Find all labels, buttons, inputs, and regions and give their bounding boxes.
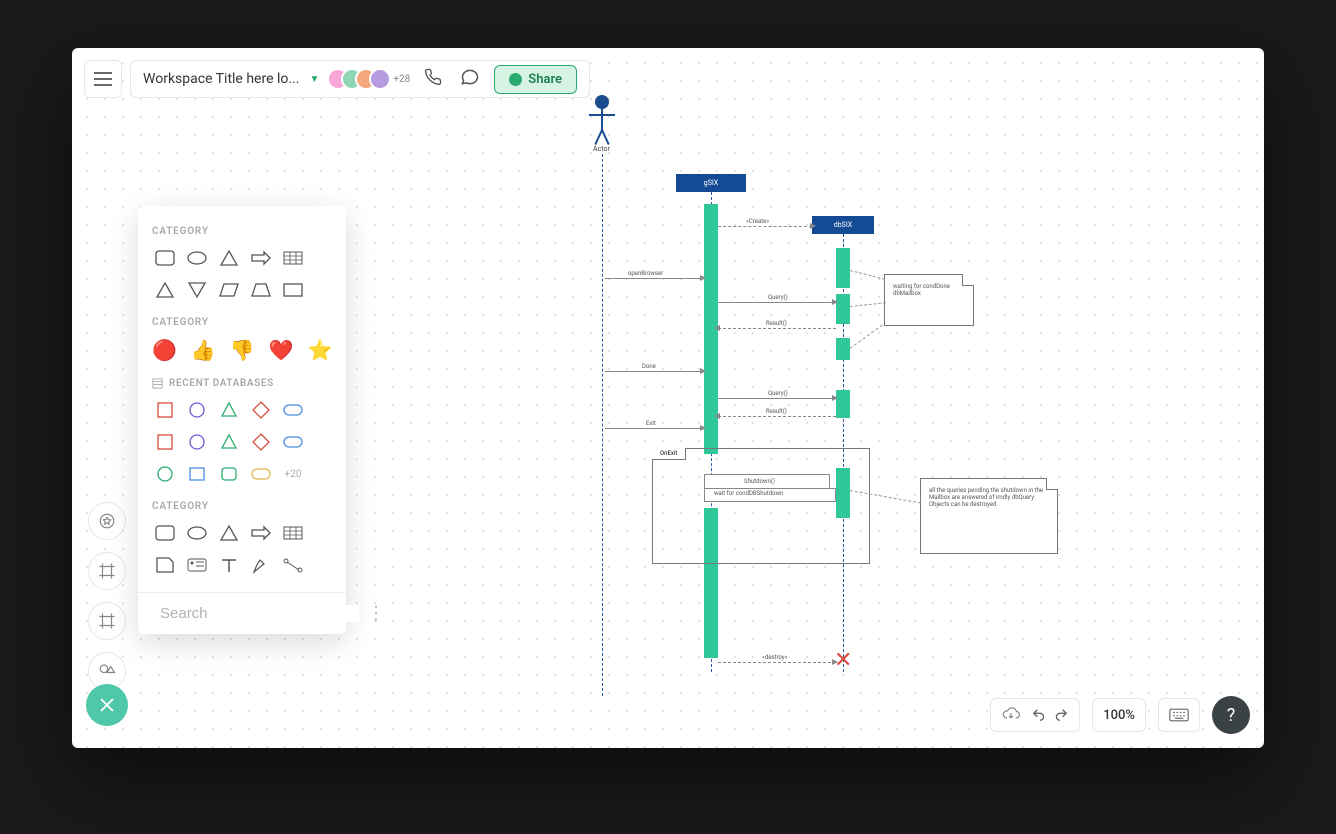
shape-table[interactable] [280, 522, 306, 544]
shape-rect[interactable] [152, 247, 178, 269]
shape-ellipse[interactable] [184, 522, 210, 544]
keyboard-shortcuts-button[interactable] [1158, 698, 1200, 732]
shape-parallelogram[interactable] [216, 279, 242, 301]
close-panel-button[interactable] [86, 684, 128, 726]
share-button[interactable]: Share [494, 65, 577, 94]
shape-triangle[interactable] [216, 522, 242, 544]
shape-table[interactable] [280, 247, 306, 269]
db-shape-red-square[interactable] [152, 399, 178, 421]
shapes-panel: CATEGORY CATEGORY 🔴 👍 👎 ❤️ [138, 206, 346, 634]
shape-note[interactable] [152, 554, 178, 576]
shape-card[interactable] [184, 554, 210, 576]
db-shape-red-square[interactable] [152, 431, 178, 453]
stamp-heart[interactable]: ❤️ [269, 338, 294, 362]
redo-icon[interactable] [1055, 706, 1069, 725]
db-shape-more[interactable]: +20 [280, 463, 306, 485]
undo-icon[interactable] [1031, 706, 1045, 725]
share-label: Share [528, 72, 562, 87]
db-shape-purple-circle[interactable] [184, 431, 210, 453]
shape-triangle[interactable] [216, 247, 242, 269]
zoom-level[interactable]: 100% [1103, 708, 1135, 723]
stamp-thumbs-down[interactable]: 👎 [230, 338, 255, 362]
shape-roundrect[interactable] [152, 522, 178, 544]
db-shape-blue-pill[interactable] [280, 399, 306, 421]
cloud-sync-icon[interactable] [1001, 706, 1021, 725]
db-shape-blue-pill[interactable] [280, 431, 306, 453]
fragment-onexit[interactable] [652, 448, 870, 564]
db-shape-blue-rect[interactable] [184, 463, 210, 485]
category-label: CATEGORY [152, 226, 332, 237]
shape-triangle-up[interactable] [152, 279, 178, 301]
category-label: CATEGORY [152, 501, 332, 512]
db-shape-green-triangle[interactable] [216, 399, 242, 421]
workspace-dropdown-icon[interactable]: ▼ [309, 74, 319, 85]
shape-trapezoid[interactable] [248, 279, 274, 301]
workspace-title[interactable]: Workspace Title here lo... [143, 71, 299, 87]
stamp-thumbs-up[interactable]: 👍 [191, 338, 216, 362]
db-shape-purple-circle[interactable] [184, 399, 210, 421]
recent-databases-label: RECENT DATABASES [152, 378, 332, 389]
shape-arrow[interactable] [248, 522, 274, 544]
db-shape-green-roundrect[interactable] [216, 463, 242, 485]
shape-connector[interactable] [280, 554, 306, 576]
actor-label: Actor [593, 145, 610, 153]
shape-triangle-down[interactable] [184, 279, 210, 301]
panel-menu-icon[interactable]: ⋮ [367, 603, 385, 624]
stamp-star[interactable]: ⭐ [308, 338, 333, 362]
help-button[interactable]: ? [1212, 696, 1250, 734]
note-2[interactable]: all the queries pending the shutdown in … [920, 478, 1058, 554]
menu-button[interactable] [84, 60, 122, 98]
collaborator-avatars[interactable]: +28 [335, 68, 410, 90]
avatar-overflow-count[interactable]: +28 [393, 74, 410, 85]
lifeline-gsix[interactable]: gSIX [676, 174, 746, 192]
shape-pen[interactable] [248, 554, 274, 576]
db-shape-yellow-pill[interactable] [248, 463, 274, 485]
stamp-red-dot[interactable]: 🔴 [152, 338, 177, 362]
db-shape-green-triangle[interactable] [216, 431, 242, 453]
category-label: CATEGORY [152, 317, 332, 328]
globe-icon [509, 73, 522, 86]
note-1[interactable]: waiting for condDone dbMailbox [884, 274, 974, 326]
shape-text[interactable] [216, 554, 242, 576]
frame-button-2[interactable] [88, 602, 126, 640]
favorites-button[interactable] [88, 502, 126, 540]
avatar[interactable] [369, 68, 391, 90]
db-shape-red-diamond[interactable] [248, 399, 274, 421]
frame-button[interactable] [88, 552, 126, 590]
shape-rect2[interactable] [280, 279, 306, 301]
shape-arrow[interactable] [248, 247, 274, 269]
lifeline-dbsix[interactable]: dbSIX [812, 216, 874, 234]
shapes-search-input[interactable] [160, 605, 359, 622]
shape-ellipse[interactable] [184, 247, 210, 269]
db-shape-red-diamond[interactable] [248, 431, 274, 453]
call-icon[interactable] [424, 68, 442, 90]
chat-icon[interactable] [460, 68, 480, 90]
db-shape-green-circle[interactable] [152, 463, 178, 485]
